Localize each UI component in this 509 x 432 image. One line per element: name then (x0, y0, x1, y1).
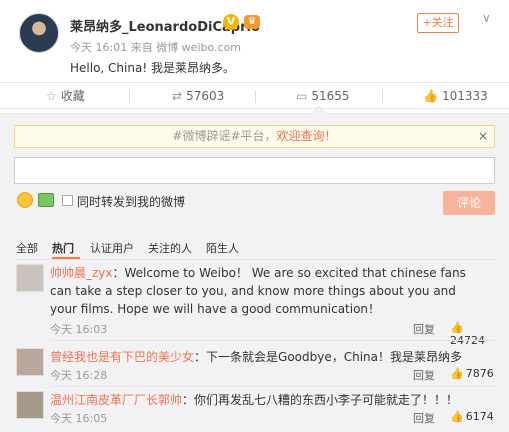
comment-body: 温州江南皮革厂厂长郭帅：你们再发乱七八糟的东西小李子可能就走了！！！ (50, 391, 486, 409)
comment-count: 51655 (311, 89, 350, 103)
reply-button[interactable]: 回复 (413, 410, 435, 426)
repost-button[interactable]: ⇄ 57603 (172, 83, 224, 109)
commenter-name[interactable]: 温州江南皮革厂厂长郭帅 (50, 393, 182, 407)
thumbs-up-icon: 👍 (450, 367, 464, 380)
comment-time: 今天 16:03 (50, 323, 108, 336)
like-count: 101333 (441, 89, 488, 103)
divider (382, 90, 383, 103)
comments-panel: #微博辟谣#平台，欢迎查询！ × 同时转发到我的微博 评论 全部 热门 认证用户… (0, 113, 509, 432)
comment-like-count: 6174 (465, 410, 494, 423)
comment-text: ：下一条就会是Goodbye，China！我是莱昂纳多 (194, 350, 462, 364)
comment-button[interactable]: ▭ 51655 (296, 83, 350, 109)
active-tab-indicator (52, 257, 80, 259)
commenter-name[interactable]: 帅帅晨_zyx (50, 266, 113, 280)
comment-time: 今天 16:28 (50, 369, 108, 382)
notice-text: #微博辟谣#平台， (172, 129, 277, 143)
post-action-bar: ☆ 收藏 ⇄ 57603 ▭ 51655 👍 101333 (0, 82, 509, 109)
thumbs-up-icon: 👍 (423, 89, 438, 103)
verified-badge-icon: V (223, 14, 239, 30)
thumbs-up-icon: 👍 (450, 321, 464, 334)
divider (50, 386, 495, 387)
author-avatar[interactable] (19, 13, 59, 53)
submit-comment-button[interactable]: 评论 (443, 191, 495, 215)
star-icon: ☆ (46, 89, 57, 103)
member-badge-icon: ♛ (244, 15, 260, 29)
divider (255, 90, 256, 103)
notice-bar: #微博辟谣#平台，欢迎查询！ × (14, 125, 495, 148)
post-text: Hello, China! 我是莱昂纳多。 (70, 61, 235, 75)
post-meta: 今天 16:01 来自 微博 weibo.com (70, 41, 242, 54)
commenter-avatar[interactable] (16, 348, 44, 376)
comment-icon: ▭ (296, 89, 308, 103)
favorite-label: 收藏 (60, 89, 85, 103)
commenter-avatar[interactable] (16, 391, 44, 419)
like-button[interactable]: 👍 101333 (423, 83, 488, 109)
divider (129, 90, 130, 103)
reply-button[interactable]: 回复 (413, 367, 435, 383)
favorite-button[interactable]: ☆ 收藏 (46, 83, 85, 109)
comment-item: 温州江南皮革厂厂长郭帅：你们再发乱七八糟的东西小李子可能就走了！！！ 今天 16… (14, 391, 495, 431)
close-icon[interactable]: × (478, 126, 488, 147)
comment-input[interactable] (14, 157, 495, 184)
comment-body: 曾经我也是有下巴的美少女：下一条就会是Goodbye，China！我是莱昂纳多 (50, 348, 486, 366)
divider (50, 340, 495, 341)
comment-body: 帅帅晨_zyx：Welcome to Weibo！ We are so exci… (50, 264, 486, 318)
notice-link[interactable]: 欢迎查询！ (277, 129, 337, 143)
image-icon[interactable] (38, 193, 54, 207)
repost-checkbox[interactable] (62, 195, 73, 206)
comment-text: ：Welcome to Weibo！ We are so excited tha… (50, 266, 466, 316)
thumbs-up-icon: 👍 (450, 410, 464, 423)
comment-time: 今天 16:05 (50, 412, 108, 425)
reply-button[interactable]: 回复 (413, 321, 435, 337)
emoji-icon[interactable] (17, 192, 33, 208)
comment-like-button[interactable]: 👍24724 (450, 321, 495, 347)
repost-icon: ⇄ (172, 89, 183, 103)
comment-item: 帅帅晨_zyx：Welcome to Weibo！ We are so exci… (14, 264, 495, 347)
tab-verified[interactable]: 认证用户 (90, 240, 134, 256)
tab-strangers[interactable]: 陌生人 (206, 240, 239, 256)
comment-like-button[interactable]: 👍 7876 (450, 367, 494, 380)
follow-button[interactable]: +关注 (417, 13, 459, 33)
repost-checkbox-label: 同时转发到我的微博 (77, 195, 186, 209)
tab-following[interactable]: 关注的人 (148, 240, 192, 256)
comment-item: 曾经我也是有下巴的美少女：下一条就会是Goodbye，China！我是莱昂纳多 … (14, 348, 495, 388)
commenter-avatar[interactable] (16, 264, 44, 292)
comment-filter-tabs: 全部 热门 认证用户 关注的人 陌生人 (14, 238, 495, 260)
comment-like-count: 7876 (465, 367, 494, 380)
tab-hot[interactable]: 热门 (52, 240, 74, 256)
comment-like-button[interactable]: 👍 6174 (450, 410, 494, 423)
repost-count: 57603 (186, 89, 225, 103)
chevron-down-icon[interactable]: ∨ (482, 11, 491, 25)
weibo-post: 莱昂纳多_LeonardoDiCaprio V ♛ 今天 16:01 来自 微博… (0, 0, 509, 78)
comment-text: ：你们再发乱七八糟的东西小李子可能就走了！！！ (182, 393, 459, 407)
commenter-name[interactable]: 曾经我也是有下巴的美少女 (50, 350, 194, 364)
tab-all[interactable]: 全部 (16, 240, 38, 256)
